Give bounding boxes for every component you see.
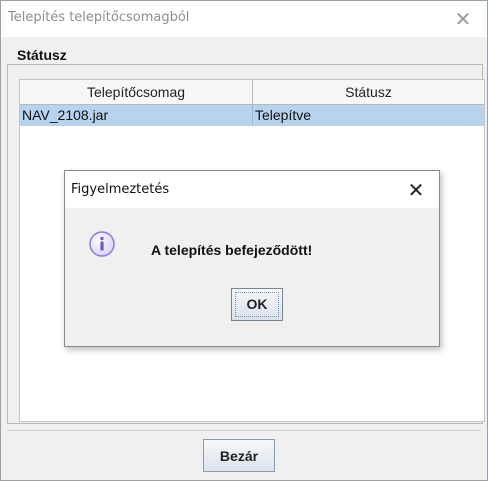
ok-button[interactable]: OK xyxy=(231,288,283,321)
column-header-status[interactable]: Státusz xyxy=(253,80,484,104)
table-row[interactable]: NAV_2108.jar Telepítve xyxy=(20,105,484,126)
status-group-label: Státusz xyxy=(14,47,70,63)
close-button[interactable]: Bezár xyxy=(203,439,275,472)
table-header: Telepítőcsomag Státusz xyxy=(20,80,484,105)
window-close-button[interactable]: ✕ xyxy=(449,7,477,31)
focus-ring xyxy=(235,292,279,317)
column-header-package[interactable]: Telepítőcsomag xyxy=(20,80,253,104)
window-titlebar: Telepítés telepítőcsomagból ✕ xyxy=(1,1,487,37)
dialog-close-button[interactable]: ✕ xyxy=(403,177,429,203)
dialog-titlebar: Figyelmeztetés ✕ xyxy=(65,171,439,208)
separator xyxy=(7,430,481,431)
warning-dialog: Figyelmeztetés ✕ A telepítés befejeződöt… xyxy=(64,170,440,347)
dialog-title: Figyelmeztetés xyxy=(71,182,170,197)
dialog-message: A telepítés befejeződött! xyxy=(151,242,313,258)
window-title: Telepítés telepítőcsomagból xyxy=(8,10,190,25)
cell-package: NAV_2108.jar xyxy=(20,105,253,126)
info-icon xyxy=(89,231,115,257)
cell-status: Telepítve xyxy=(255,107,312,123)
